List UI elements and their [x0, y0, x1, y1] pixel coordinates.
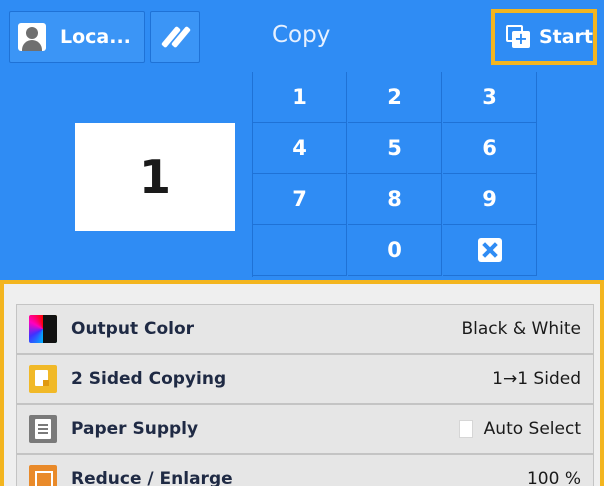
user-icon: [18, 23, 46, 51]
quantity-display[interactable]: 1: [75, 123, 235, 231]
clear-button[interactable]: [443, 225, 537, 276]
key-1[interactable]: 1: [253, 72, 347, 123]
feature-list: Output Color Black & White 2 Sided Copyi…: [0, 280, 604, 486]
feature-label: Paper Supply: [71, 419, 199, 439]
feature-value: Black & White: [461, 319, 582, 339]
feature-value: Auto Select: [483, 419, 581, 439]
feature-reduce-enlarge[interactable]: Reduce / Enlarge 100 %: [16, 454, 594, 486]
feature-paper-supply[interactable]: Paper Supply Auto Select: [16, 404, 594, 454]
user-label: Loca...: [60, 26, 131, 48]
feature-label: 2 Sided Copying: [71, 369, 227, 389]
numeric-keypad: 1 2 3 4 5 6 7 8 9 0: [252, 72, 537, 277]
key-blank: [253, 225, 347, 276]
reset-button[interactable]: [150, 11, 200, 63]
key-6[interactable]: 6: [443, 123, 537, 174]
key-0[interactable]: 0: [348, 225, 442, 276]
feature-label: Reduce / Enlarge: [71, 469, 233, 486]
start-label: Start: [538, 26, 593, 48]
feature-label: Output Color: [71, 319, 195, 339]
feature-2-sided-copying[interactable]: 2 Sided Copying 1→1 Sided: [16, 354, 594, 404]
key-9[interactable]: 9: [443, 174, 537, 225]
paper-sheet-icon: [459, 420, 473, 438]
paper-tray-icon: [29, 415, 57, 443]
key-5[interactable]: 5: [348, 123, 442, 174]
key-7[interactable]: 7: [253, 174, 347, 225]
start-copy-icon: +: [506, 25, 531, 49]
reduce-enlarge-icon: [29, 465, 57, 486]
key-8[interactable]: 8: [348, 174, 442, 225]
duplex-icon: [29, 365, 57, 393]
user-login-button[interactable]: Loca...: [9, 11, 145, 63]
start-highlight-frame: + Start: [491, 9, 597, 65]
key-3[interactable]: 3: [443, 72, 537, 123]
feature-value: 100 %: [526, 469, 581, 486]
clear-icon: [477, 238, 502, 262]
key-2[interactable]: 2: [348, 72, 442, 123]
quantity-value: 1: [138, 150, 171, 204]
feature-value: 1→1 Sided: [492, 369, 581, 389]
feature-output-color[interactable]: Output Color Black & White: [16, 304, 594, 354]
app-title: Copy: [272, 22, 331, 48]
start-button[interactable]: + Start: [495, 13, 593, 61]
top-bar: Loca... Copy + Start: [0, 0, 604, 72]
color-mode-icon: [29, 315, 57, 343]
key-4[interactable]: 4: [253, 123, 347, 174]
